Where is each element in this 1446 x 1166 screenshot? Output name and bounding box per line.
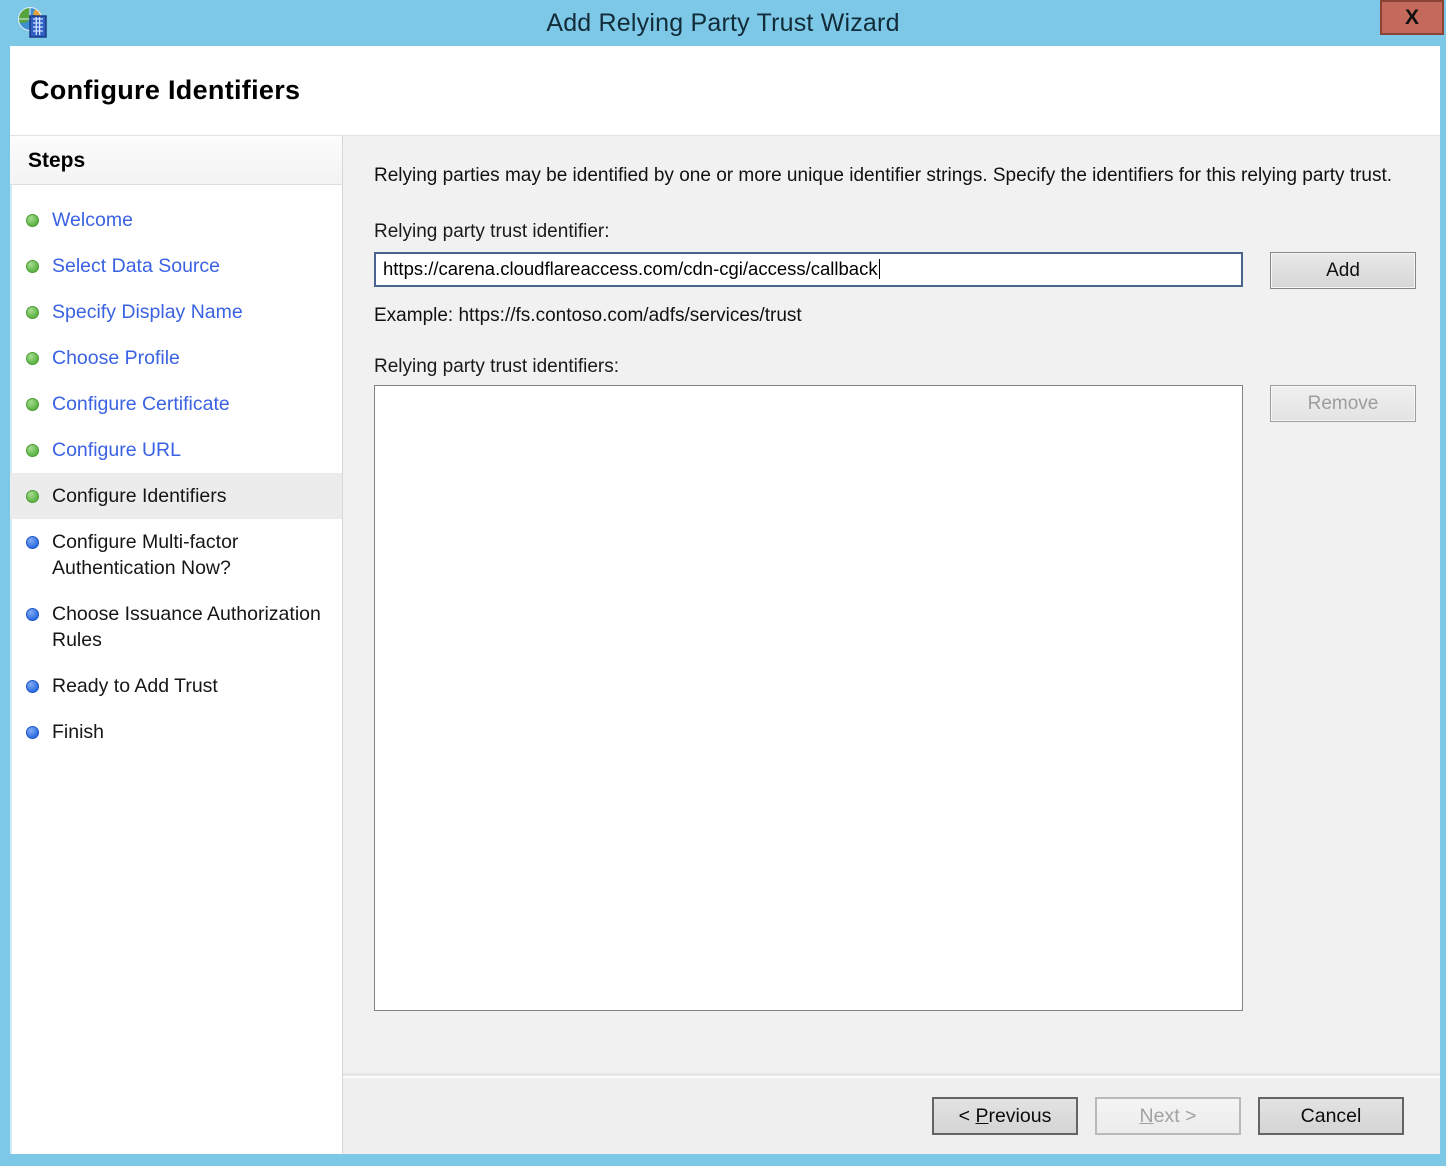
step-bullet-icon <box>26 536 39 549</box>
identifiers-listbox[interactable] <box>374 385 1243 1011</box>
remove-button[interactable]: Remove <box>1270 385 1416 422</box>
sidebar-item-label: Specify Display Name <box>52 299 243 325</box>
sidebar-item-label: Configure Certificate <box>52 391 230 417</box>
next-button[interactable]: Next > <box>1095 1097 1241 1135</box>
step-bullet-icon <box>26 444 39 457</box>
sidebar-item-specify-display-name: Specify Display Name <box>10 289 342 335</box>
content-pane: Relying parties may be identified by one… <box>343 136 1440 1076</box>
sidebar-item-label: Configure Multi-factor Authentication No… <box>52 529 334 581</box>
sidebar-item-label: Configure Identifiers <box>52 483 227 509</box>
page-header: Configure Identifiers <box>10 46 1440 136</box>
sidebar-item-choose-profile: Choose Profile <box>10 335 342 381</box>
example-text: Example: https://fs.contoso.com/adfs/ser… <box>374 305 1440 327</box>
steps-list: Welcome Select Data Source Specify Display… <box>10 185 342 755</box>
window-title: Add Relying Party Trust Wizard <box>0 9 1446 38</box>
steps-heading: Steps <box>10 136 342 185</box>
adfs-app-icon <box>16 5 52 41</box>
sidebar-item-label: Choose Profile <box>52 345 180 371</box>
close-button[interactable]: X <box>1380 0 1444 35</box>
step-bullet-icon <box>26 214 39 227</box>
sidebar-item-label: Welcome <box>52 207 133 233</box>
sidebar-item-label: Select Data Source <box>52 253 220 279</box>
sidebar-item-configure-certificate: Configure Certificate <box>10 381 342 427</box>
sidebar-item-configure-multi-factor-authentication-now: Configure Multi-factor Authentication No… <box>10 519 342 591</box>
step-bullet-icon <box>26 608 39 621</box>
footer-bar: < Previous Next > Cancel <box>343 1076 1440 1154</box>
sidebar-item-configure-url: Configure URL <box>10 427 342 473</box>
step-bullet-icon <box>26 260 39 273</box>
sidebar-item-ready-to-add-trust: Ready to Add Trust <box>10 663 342 709</box>
step-bullet-icon <box>26 490 39 503</box>
add-button[interactable]: Add <box>1270 252 1416 289</box>
sidebar-item-welcome: Welcome <box>10 197 342 243</box>
text-caret <box>879 259 880 279</box>
sidebar-item-label: Configure URL <box>52 437 181 463</box>
step-bullet-icon <box>26 306 39 319</box>
sidebar-item-choose-issuance-authorization-rules: Choose Issuance Authorization Rules <box>10 591 342 663</box>
sidebar-item-label: Ready to Add Trust <box>52 673 218 699</box>
intro-text: Relying parties may be identified by one… <box>374 162 1399 190</box>
sidebar-item-select-data-source: Select Data Source <box>10 243 342 289</box>
step-bullet-icon <box>26 398 39 411</box>
step-bullet-icon <box>26 680 39 693</box>
identifier-input[interactable]: https://carena.cloudflareaccess.com/cdn-… <box>374 252 1243 287</box>
titlebar: Add Relying Party Trust Wizard X <box>0 0 1446 46</box>
previous-button[interactable]: < Previous <box>932 1097 1078 1135</box>
sidebar-item-label: Finish <box>52 719 104 745</box>
sidebar-item-finish: Finish <box>10 709 342 755</box>
sidebar-item-configure-identifiers: Configure Identifiers <box>10 473 342 519</box>
page-title: Configure Identifiers <box>30 75 300 106</box>
identifier-label: Relying party trust identifier: <box>374 221 1440 243</box>
steps-sidebar: Steps Welcome Select Data Source Specify D… <box>10 136 343 1154</box>
step-bullet-icon <box>26 352 39 365</box>
step-bullet-icon <box>26 726 39 739</box>
identifiers-list-label: Relying party trust identifiers: <box>374 356 1440 378</box>
sidebar-item-label: Choose Issuance Authorization Rules <box>52 601 334 653</box>
wizard-body: Configure Identifiers Steps Welcome Selec… <box>10 46 1440 1154</box>
wizard-window: Add Relying Party Trust Wizard X Configu… <box>0 0 1446 1166</box>
cancel-button[interactable]: Cancel <box>1258 1097 1404 1135</box>
identifier-input-value: https://carena.cloudflareaccess.com/cdn-… <box>383 258 878 279</box>
